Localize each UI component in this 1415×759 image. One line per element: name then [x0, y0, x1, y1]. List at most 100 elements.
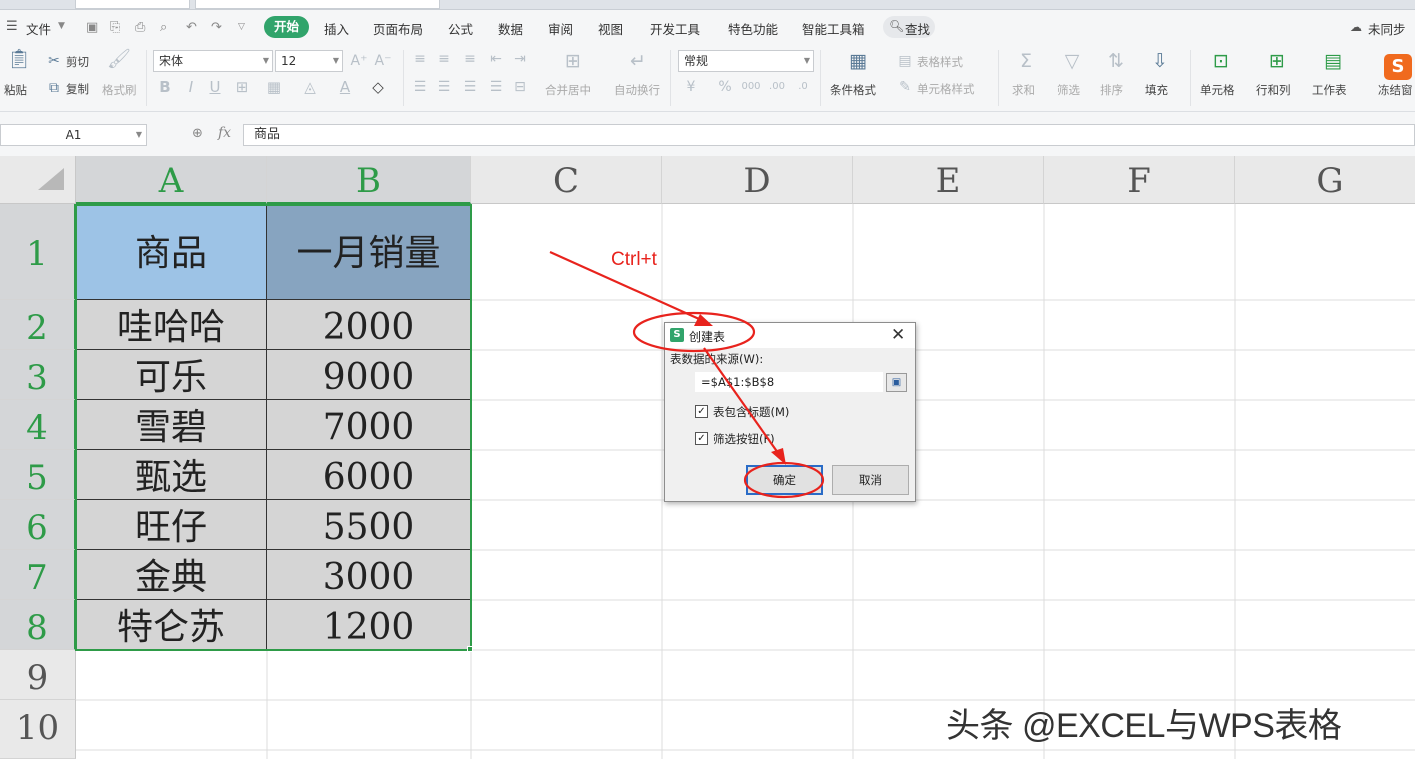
cell-button[interactable]: 单元格: [1200, 82, 1235, 98]
thousands-icon[interactable]: 000: [740, 76, 762, 98]
formula-input[interactable]: 商品: [243, 124, 1415, 146]
percent-icon[interactable]: %: [716, 76, 734, 98]
align-right-icon[interactable]: ☰: [461, 76, 479, 98]
ok-button[interactable]: 确定: [746, 465, 823, 495]
filter-button-checkbox[interactable]: ✓: [695, 432, 708, 445]
cancel-button[interactable]: 取消: [832, 465, 909, 495]
column-header-c[interactable]: C: [471, 156, 662, 204]
decrease-decimal-icon[interactable]: .0: [792, 76, 814, 98]
row-header-6[interactable]: 6: [0, 500, 76, 550]
sort-icon[interactable]: ⇅: [1103, 50, 1129, 72]
bold-icon[interactable]: B: [157, 76, 173, 98]
paste-button[interactable]: 粘贴: [4, 82, 27, 98]
wrap-text-icon[interactable]: ↵: [625, 50, 651, 72]
fill-button[interactable]: 填充: [1145, 82, 1168, 98]
fill-handle[interactable]: [467, 646, 473, 652]
merge-center-icon[interactable]: ⊞: [560, 50, 586, 72]
conditional-format-icon[interactable]: ▦: [845, 50, 871, 72]
close-icon[interactable]: ✕: [891, 325, 905, 345]
tab-developer[interactable]: 开发工具: [650, 19, 700, 38]
export-icon[interactable]: ⎘: [110, 20, 120, 35]
save-icon[interactable]: ▣: [86, 20, 98, 35]
row-header-8[interactable]: 8: [0, 600, 76, 650]
column-header-g[interactable]: G: [1235, 156, 1415, 204]
has-header-label[interactable]: 表包含标题(M): [713, 404, 789, 420]
decrease-font-icon[interactable]: A⁻: [374, 50, 392, 72]
tab-review[interactable]: 审阅: [548, 19, 573, 38]
tab-special-features[interactable]: 特色功能: [728, 19, 778, 38]
print-icon[interactable]: ⎙: [135, 20, 145, 35]
increase-font-icon[interactable]: A⁺: [350, 50, 368, 72]
eraser-icon[interactable]: ◇: [367, 76, 389, 98]
wrap-text-button[interactable]: 自动换行: [614, 82, 660, 98]
distribute-icon[interactable]: ⊟: [511, 76, 529, 98]
cut-button[interactable]: 剪切: [66, 54, 89, 70]
search-box[interactable]: 🔍︎ 查找: [883, 16, 935, 38]
format-painter-icon[interactable]: 🖌︎: [106, 48, 132, 70]
table-style-icon[interactable]: ▤: [897, 50, 913, 72]
menu-icon[interactable]: ☰: [6, 19, 18, 34]
row-header-2[interactable]: 2: [0, 300, 76, 350]
currency-icon[interactable]: ¥: [682, 76, 700, 98]
row-header-4[interactable]: 4: [0, 400, 76, 450]
source-range-input[interactable]: =$A$1:$B$8: [695, 372, 883, 392]
sum-icon[interactable]: Σ: [1013, 50, 1039, 72]
sync-status[interactable]: 未同步: [1368, 19, 1406, 38]
cell-style-button[interactable]: 单元格样式: [917, 81, 975, 97]
table-style-button[interactable]: 表格样式: [917, 54, 963, 70]
has-header-checkbox[interactable]: ✓: [695, 405, 708, 418]
paste-icon[interactable]: 📋︎: [6, 48, 32, 70]
font-name-select[interactable]: 宋体 ▼: [153, 50, 273, 72]
window-tab[interactable]: [75, 0, 190, 9]
justify-icon[interactable]: ☰: [487, 76, 505, 98]
font-size-select[interactable]: 12 ▼: [275, 50, 343, 72]
copy-button[interactable]: 复制: [66, 81, 89, 97]
cell-icon[interactable]: ⊡: [1208, 50, 1234, 72]
copy-icon[interactable]: ⧉: [46, 77, 62, 99]
row-header-1[interactable]: 1: [0, 204, 76, 300]
filter-button[interactable]: 筛选: [1057, 82, 1080, 98]
italic-icon[interactable]: I: [183, 76, 199, 98]
worksheet-button[interactable]: 工作表: [1312, 82, 1347, 98]
chevron-down-icon[interactable]: ▼: [58, 21, 65, 31]
name-box[interactable]: A1 ▼: [0, 124, 147, 146]
row-col-button[interactable]: 行和列: [1256, 82, 1291, 98]
indent-increase-icon[interactable]: ⇥: [511, 48, 529, 70]
cell-style-icon[interactable]: ✎: [897, 76, 913, 98]
filter-icon[interactable]: ▽: [1059, 50, 1085, 72]
format-painter-button[interactable]: 格式刷: [102, 82, 137, 98]
column-header-d[interactable]: D: [662, 156, 853, 204]
row-header-3[interactable]: 3: [0, 350, 76, 400]
merge-center-button[interactable]: 合并居中: [545, 82, 591, 98]
row-header-10[interactable]: 10: [0, 700, 76, 759]
sum-button[interactable]: 求和: [1012, 82, 1035, 98]
fill-pattern-icon[interactable]: ▦: [263, 76, 285, 98]
column-header-e[interactable]: E: [853, 156, 1044, 204]
fill-icon[interactable]: ⇩: [1147, 50, 1173, 72]
scissors-icon[interactable]: ✂: [46, 50, 62, 72]
worksheet-icon[interactable]: ▤: [1320, 50, 1346, 72]
column-header-b[interactable]: B: [267, 156, 471, 204]
border-icon[interactable]: ⊞: [231, 76, 253, 98]
window-tab-active[interactable]: [195, 0, 440, 9]
align-left-icon[interactable]: ☰: [411, 76, 429, 98]
tab-data[interactable]: 数据: [498, 19, 523, 38]
number-format-select[interactable]: 常规 ▼: [678, 50, 814, 72]
tab-formulas[interactable]: 公式: [448, 19, 473, 38]
redo-icon[interactable]: ↷: [211, 20, 222, 35]
zoom-icon[interactable]: ⊕: [192, 126, 203, 141]
range-picker-icon[interactable]: ▣: [886, 373, 907, 392]
row-header-7[interactable]: 7: [0, 550, 76, 600]
row-col-icon[interactable]: ⊞: [1264, 50, 1290, 72]
tab-view[interactable]: 视图: [598, 19, 623, 38]
column-header-a[interactable]: A: [76, 156, 267, 204]
conditional-format-button[interactable]: 条件格式: [830, 82, 876, 98]
tab-insert[interactable]: 插入: [324, 19, 349, 38]
column-header-f[interactable]: F: [1044, 156, 1235, 204]
freeze-button[interactable]: 冻结窗: [1378, 82, 1413, 98]
row-header-5[interactable]: 5: [0, 450, 76, 500]
filter-button-label[interactable]: 筛选按钮(F): [713, 431, 775, 447]
sort-button[interactable]: 排序: [1100, 82, 1123, 98]
align-middle-icon[interactable]: ≡: [435, 48, 453, 70]
select-all-corner[interactable]: [0, 156, 76, 204]
